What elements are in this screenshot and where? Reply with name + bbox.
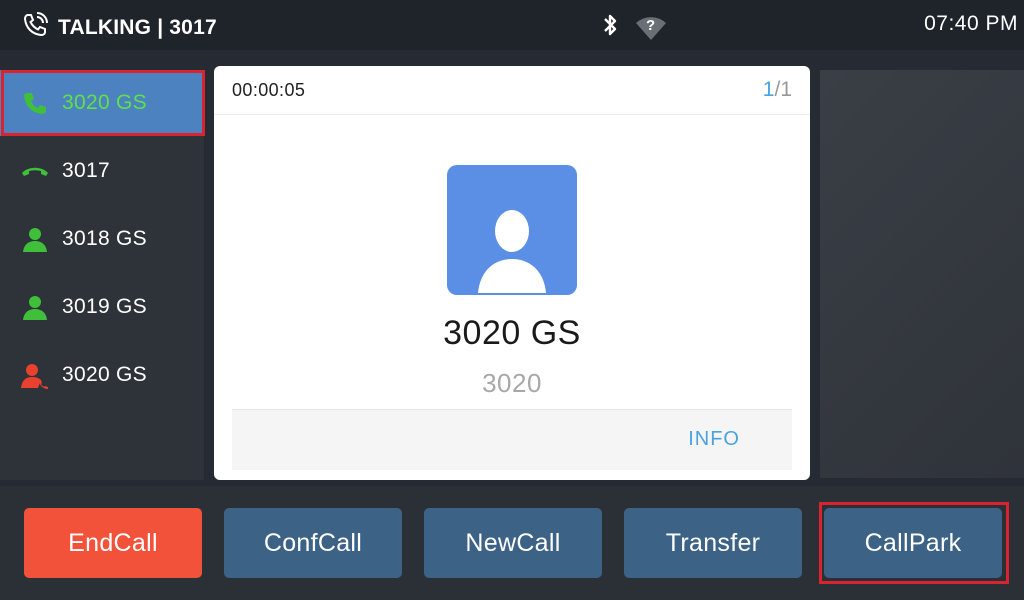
status-title: TALKING | 3017 [58,15,217,39]
contact-green-icon [20,292,50,322]
card-header: 00:00:05 1/1 [214,66,810,115]
wifi-icon: ? [634,15,668,41]
contact-green-icon [20,224,50,254]
phone-green-icon [20,88,50,118]
new-call-button[interactable]: NewCall [424,508,602,578]
contact-avatar [447,165,577,295]
person-icon [478,210,546,293]
contact-name: 3020 GS [443,314,581,352]
call-park-button[interactable]: CallPark [824,508,1002,578]
phone-call-icon [20,10,50,45]
line-label: 3020 GS [62,91,147,114]
bluetooth-icon [598,12,622,43]
pager-total: /1 [774,78,792,101]
transfer-button[interactable]: Transfer [624,508,802,578]
line-item-3019-gs[interactable]: 3019 GS [0,274,204,340]
call-card: 00:00:05 1/1 3020 GS 3020 INFO [214,66,810,480]
call-pager: 1/1 [763,78,792,102]
line-item-3020-gs-active[interactable]: 3020 GS [0,70,204,136]
line-item-3020-gs[interactable]: 3020 GS [0,342,204,408]
info-button[interactable]: INFO [688,428,740,451]
line-label: 3020 GS [62,363,147,386]
status-icons: ? [598,12,668,43]
clock: 07:40 PM [924,12,1018,35]
call-timer: 00:00:05 [232,80,306,100]
right-panel [820,70,1024,478]
line-label: 3019 GS [62,295,147,318]
end-call-button[interactable]: EndCall [24,508,202,578]
pager-current: 1 [762,78,775,101]
action-bar: EndCall ConfCall NewCall Transfer CallPa… [0,486,1024,600]
line-label: 3017 [62,159,110,182]
wifi-status: ? [646,16,656,34]
phone-hangup-green-icon [20,156,50,186]
contact-number: 3020 [482,368,542,398]
line-list: 3020 GS 3017 3018 GS 3019 GS 3020 GS [0,70,204,480]
line-label: 3018 GS [62,227,147,250]
line-item-3018-gs[interactable]: 3018 GS [0,206,204,272]
line-item-3017[interactable]: 3017 [0,138,204,204]
status-bar: TALKING | 3017 ? 07:40 PM [0,0,1024,50]
contact-red-icon [20,360,50,390]
status-left: TALKING | 3017 [20,10,217,45]
info-bar[interactable]: INFO [232,409,792,470]
conf-call-button[interactable]: ConfCall [224,508,402,578]
